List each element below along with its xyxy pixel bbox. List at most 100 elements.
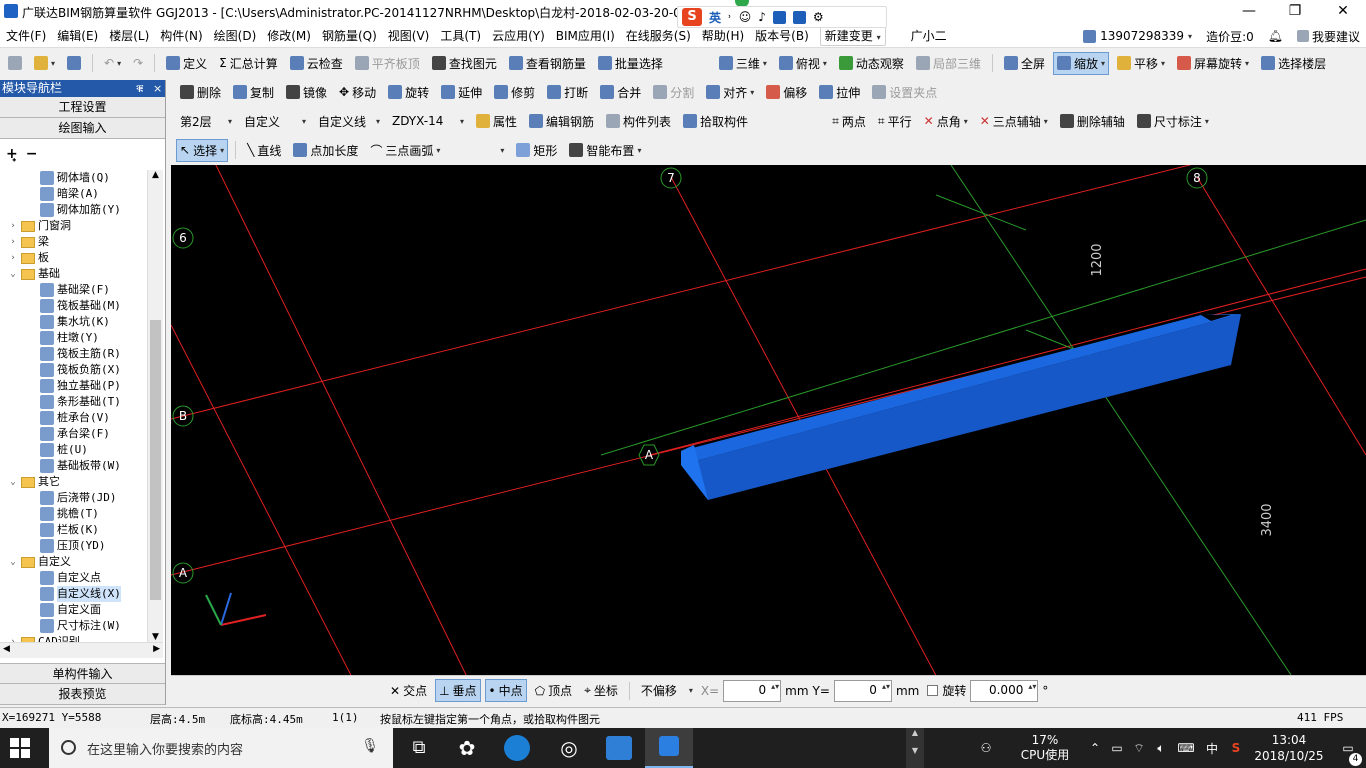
coins-label[interactable]: 造价豆:0 (1206, 28, 1254, 45)
split-button[interactable]: 分割 (649, 81, 698, 104)
scroll-thumb[interactable] (150, 320, 161, 600)
y-input[interactable]: 0 (833, 679, 892, 702)
menu-floor[interactable]: 楼层(L) (109, 27, 149, 44)
tree-item[interactable]: 筏板负筋(X) (0, 362, 147, 378)
tree-expander-icon[interactable]: › (8, 634, 18, 642)
top-view-button[interactable]: 俯视 ▾ (775, 52, 831, 75)
pin-icon[interactable]: ቑ (136, 80, 144, 97)
wifi-icon[interactable]: ⌔ (1128, 741, 1150, 756)
offset-mode-select[interactable]: 不偏移 ▾ (637, 681, 697, 701)
close-button[interactable]: ✕ (1320, 0, 1366, 24)
tree-item[interactable]: 筏板主筋(R) (0, 346, 147, 362)
set-grip-button[interactable]: 设置夹点 (868, 81, 941, 104)
cpu-meter[interactable]: 17% CPU使用 (1006, 733, 1084, 763)
tree-item[interactable]: 自定义线(X) (0, 586, 147, 602)
screen-rotate-button[interactable]: 屏幕旋转 ▾ (1173, 52, 1253, 75)
task-view-icon[interactable]: ⧉ (404, 734, 434, 762)
windows-start-icon[interactable] (10, 738, 30, 758)
keyboard-icon[interactable] (772, 10, 786, 24)
point-angle-button[interactable]: ✕ 点角 ▾ (920, 110, 972, 133)
tree-expander-icon[interactable]: ⌄ (8, 554, 18, 570)
volume-icon[interactable]: 🔈︎ (1150, 741, 1172, 756)
account-button[interactable]: 13907298339 ▾ (1083, 29, 1192, 43)
x-input[interactable]: 0 (723, 679, 782, 702)
menu-bim[interactable]: BIM应用(I) (556, 27, 615, 44)
ime-lang[interactable]: 英 (709, 9, 721, 26)
align-button[interactable]: 对齐 ▾ (702, 81, 758, 104)
tree-scrollbar[interactable]: ▲ ▼ (147, 170, 163, 642)
tree-folder[interactable]: › 板 (0, 250, 147, 266)
tree-folder[interactable]: › 梁 (0, 234, 147, 250)
sogou-tray-icon[interactable]: S (1224, 741, 1248, 755)
tree-item[interactable]: 集水坑(K) (0, 314, 147, 330)
tree-item[interactable]: 尺寸标注(W) (0, 618, 147, 634)
select-floor-button[interactable]: 选择楼层 (1257, 52, 1330, 75)
scroll-right-icon[interactable]: ▶ (153, 644, 160, 654)
ime-mode[interactable]: 中 (1200, 740, 1224, 757)
tree-item[interactable]: 条形基础(T) (0, 394, 147, 410)
undo-button[interactable]: ↶ ▾ (100, 53, 125, 73)
rotate-checkbox[interactable] (927, 685, 939, 696)
define-button[interactable]: 定义 (162, 52, 211, 75)
custom-beam[interactable] (681, 314, 1241, 500)
tree-item[interactable]: 暗梁(A) (0, 186, 147, 202)
local3d-button[interactable]: 局部三维 (912, 52, 985, 75)
floor-select[interactable]: 第2层 ▾ (176, 111, 236, 131)
zoom-button[interactable]: 缩放 ▾ (1052, 51, 1109, 75)
tree-item[interactable]: 桩(U) (0, 442, 147, 458)
del-axis-button[interactable]: 删除辅轴 (1056, 110, 1129, 133)
drawing-input-button[interactable]: 绘图输入 (0, 118, 165, 139)
menu-edit[interactable]: 编辑(E) (57, 27, 98, 44)
drawing-canvas[interactable]: 7 8 6 B A A 1200 3400 (171, 165, 1366, 675)
menu-online[interactable]: 在线服务(S) (626, 27, 691, 44)
mic-icon[interactable]: ♪ (758, 10, 766, 24)
tree-expander-icon[interactable]: › (8, 250, 18, 266)
tree-expander-icon[interactable]: ⌄ (8, 266, 18, 282)
bell-icon[interactable]: 🔔︎ (1268, 29, 1283, 43)
type-select[interactable]: 自定义线 ▾ (314, 111, 384, 131)
tree-item[interactable]: 自定义面 (0, 602, 147, 618)
view3d-button[interactable]: 三维 ▾ (715, 52, 771, 75)
parallel-button[interactable]: ⌗ 平行 (874, 110, 916, 133)
element-select[interactable]: ZDYX-14 ▾ (388, 111, 468, 131)
project-settings-button[interactable]: 工程设置 (0, 97, 165, 118)
suggest-button[interactable]: 我要建议 (1296, 28, 1360, 45)
view-rebar-button[interactable]: 查看钢筋量 (505, 52, 590, 75)
scroll-down-icon[interactable]: ▼ (148, 632, 163, 642)
canvas-svg[interactable]: 7 8 6 B A A 1200 3400 (171, 165, 1366, 675)
merge-button[interactable]: 合并 (596, 81, 645, 104)
ime-toolbar[interactable]: S 英 ˒ ☺ ♪ ⚙ (677, 6, 887, 28)
outlook-icon[interactable] (606, 736, 632, 760)
menu-help[interactable]: 帮助(H) (702, 27, 744, 44)
trim-button[interactable]: 修剪 (490, 81, 539, 104)
tree-expander-icon[interactable]: › (8, 218, 18, 234)
scroll-up-icon[interactable]: ▲ (148, 170, 163, 180)
stretch-button[interactable]: 拉伸 (815, 81, 864, 104)
taskbar-scroll[interactable]: ▲ ▼ (906, 728, 924, 768)
point-length-button[interactable]: 点加长度 (289, 139, 362, 162)
menu-version[interactable]: 版本号(B) (755, 27, 809, 44)
fullscreen-button[interactable]: 全屏 (1000, 52, 1049, 75)
ggj-app-task[interactable] (645, 728, 693, 768)
open-button[interactable]: ▾ (30, 53, 59, 73)
tree-expander-icon[interactable]: › (8, 234, 18, 250)
snap-coord-button[interactable]: ⌖ 坐标 (580, 679, 622, 702)
dyn-view-button[interactable]: 动态观察 (835, 52, 908, 75)
arc-button[interactable]: ⌒ 三点画弧 ▾ (366, 139, 444, 162)
beam-side-face[interactable] (681, 314, 1241, 500)
tree-folder[interactable]: ⌄ 其它 (0, 474, 147, 490)
tray-expand-icon[interactable]: ⌃ (1084, 741, 1106, 755)
batch-button[interactable]: 批量选择 (594, 52, 667, 75)
flat-top-button[interactable]: 平齐板顶 (351, 52, 424, 75)
extend-button[interactable]: 延伸 (437, 81, 486, 104)
arc-option-select[interactable]: ▾ (448, 140, 508, 160)
tree-expander-icon[interactable]: ⌄ (8, 474, 18, 490)
copy-button[interactable]: 复制 (229, 81, 278, 104)
tree-item[interactable]: 挑檐(T) (0, 506, 147, 522)
report-preview-button[interactable]: 报表预览 (0, 684, 165, 705)
props-button[interactable]: 属性 (472, 110, 521, 133)
cloud-check-button[interactable]: 云检查 (286, 52, 347, 75)
category-select[interactable]: 自定义 ▾ (240, 111, 310, 131)
360-browser-icon[interactable]: ◎ (554, 734, 584, 762)
menu-view[interactable]: 视图(V) (388, 27, 430, 44)
